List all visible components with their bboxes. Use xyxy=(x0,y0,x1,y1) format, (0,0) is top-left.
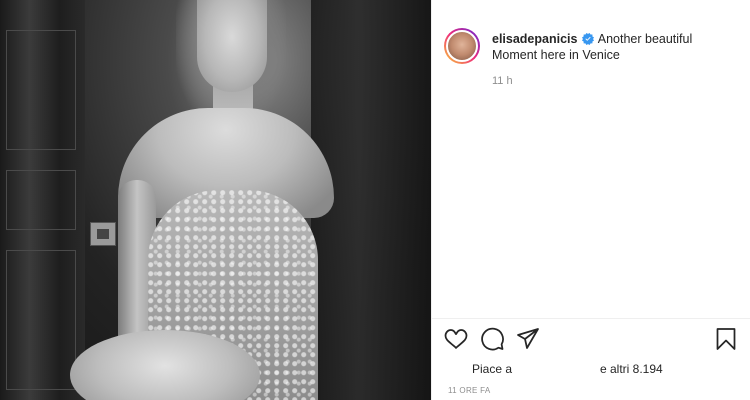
instagram-post: elisadepanicis Another beautiful Moment … xyxy=(0,0,750,400)
bookmark-icon[interactable] xyxy=(714,327,738,351)
post-sidebar: elisadepanicis Another beautiful Moment … xyxy=(431,0,750,400)
verified-badge-icon xyxy=(581,33,594,45)
photo-face xyxy=(197,0,267,92)
caption-text: elisadepanicis Another beautiful Moment … xyxy=(492,31,722,64)
likes-prefix: Piace a xyxy=(472,362,513,376)
username-link[interactable]: elisadepanicis xyxy=(492,32,577,46)
comment-bubble-icon[interactable] xyxy=(480,327,504,351)
photo-doorframe xyxy=(0,0,85,400)
avatar-photo-icon xyxy=(446,30,478,62)
heart-icon[interactable] xyxy=(444,327,468,351)
caption-comment: elisadepanicis Another beautiful Moment … xyxy=(444,28,722,64)
photo-door-panel xyxy=(6,250,76,390)
photo-door-panel xyxy=(6,170,76,230)
photo-light-switch xyxy=(90,222,116,246)
divider xyxy=(432,318,750,319)
posted-ago-timestamp[interactable]: 11 ORE FA xyxy=(448,386,491,395)
photo-door-panel xyxy=(6,30,76,150)
caption-line-2: Moment here in Venice xyxy=(492,48,620,62)
paper-plane-icon[interactable] xyxy=(516,327,540,351)
caption-line-1: Another beautiful xyxy=(597,32,693,46)
post-photo[interactable] xyxy=(0,0,431,400)
likes-count-link[interactable]: e altri 8.194 xyxy=(600,362,663,376)
action-bar xyxy=(444,327,744,353)
comment-timestamp[interactable]: 11 h xyxy=(492,75,513,87)
avatar[interactable] xyxy=(444,28,480,64)
